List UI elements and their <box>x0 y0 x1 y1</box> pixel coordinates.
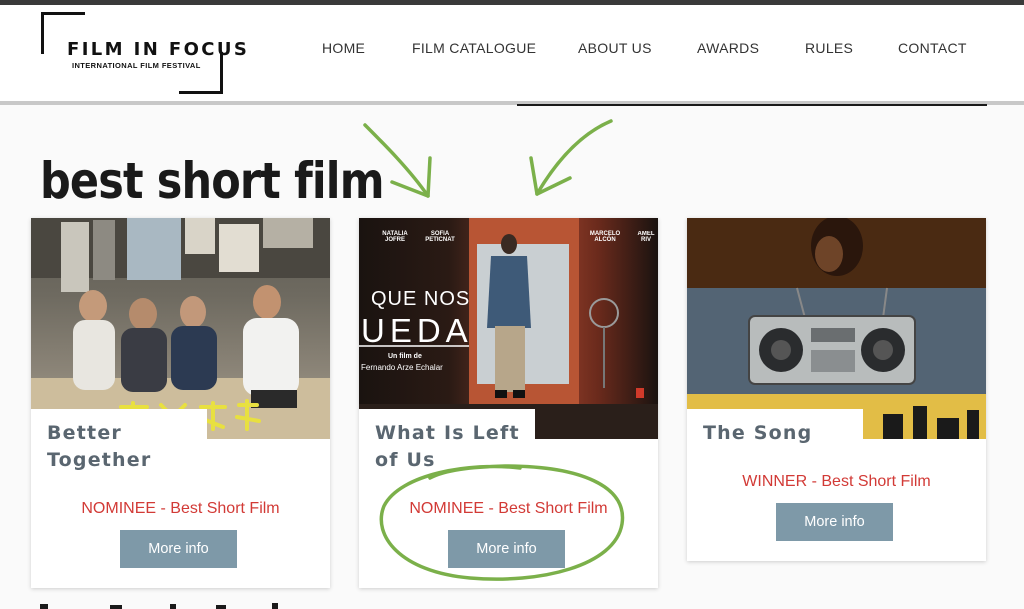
poster-title-b: UEDA <box>361 312 473 349</box>
nav-about-us[interactable]: ABOUT US <box>578 40 652 56</box>
nav-underline <box>517 104 987 106</box>
film-still-the-song[interactable] <box>687 218 986 439</box>
film-title[interactable]: Better <box>47 420 193 447</box>
poster-director: Fernando Arze Echalar <box>361 363 443 372</box>
nav-film-catalogue[interactable]: FILM CATALOGUE <box>412 40 536 56</box>
film-title-box: Better Together <box>31 409 207 477</box>
film-card-the-song: The Song WINNER - Best Short Film More i… <box>687 218 986 561</box>
poster-title-a: QUE NOS <box>371 288 471 310</box>
logo-subtitle: INTERNATIONAL FILM FESTIVAL <box>72 61 201 70</box>
film-card-what-is-left-of-us: NATALIA JOFRE SOFIA PETICNAT MARCELO ALC… <box>359 218 658 588</box>
more-info-button[interactable]: More info <box>776 503 893 541</box>
nav-contact[interactable]: CONTACT <box>898 40 967 56</box>
site-logo[interactable]: FILM IN FOCUS INTERNATIONAL FILM FESTIVA… <box>41 12 247 94</box>
annotation-arrow-right <box>535 119 613 196</box>
next-section-heading-cutoff <box>40 603 278 609</box>
award-status: WINNER - Best Short Film <box>742 473 931 490</box>
award-status: NOMINEE - Best Short Film <box>409 500 608 517</box>
page-title: best short film <box>40 152 384 210</box>
more-info-button[interactable]: More info <box>120 530 237 568</box>
film-title-box: The Song <box>687 409 863 449</box>
award-status: NOMINEE - Best Short Film <box>81 500 280 517</box>
nav-rules[interactable]: RULES <box>805 40 853 56</box>
poster-credit: NATALIA JOFRE <box>382 231 408 243</box>
film-still-art <box>687 218 986 439</box>
film-title-line-2[interactable]: of Us <box>375 447 521 474</box>
more-info-button[interactable]: More info <box>448 530 565 568</box>
poster-credit: AMEL RIV <box>637 231 655 243</box>
nav-awards[interactable]: AWARDS <box>697 40 759 56</box>
poster-credit: SOFIA PETICNAT <box>425 231 455 243</box>
film-card-better-together: Better Together NOMINEE - Best Short Fil… <box>31 218 330 588</box>
film-poster-what-is-left-of-us[interactable]: NATALIA JOFRE SOFIA PETICNAT MARCELO ALC… <box>359 218 658 439</box>
poster-byline: Un film de <box>388 353 422 360</box>
film-title-box: What Is Left of Us <box>359 409 535 477</box>
nav-home[interactable]: HOME <box>322 40 365 56</box>
film-title[interactable]: What Is Left <box>375 420 521 447</box>
film-title[interactable]: The Song <box>703 420 849 447</box>
film-title-line-2[interactable]: Together <box>47 447 193 474</box>
poster-credit: MARCELO ALCÓN <box>589 231 621 243</box>
logo-title: FILM IN FOCUS <box>67 39 250 60</box>
